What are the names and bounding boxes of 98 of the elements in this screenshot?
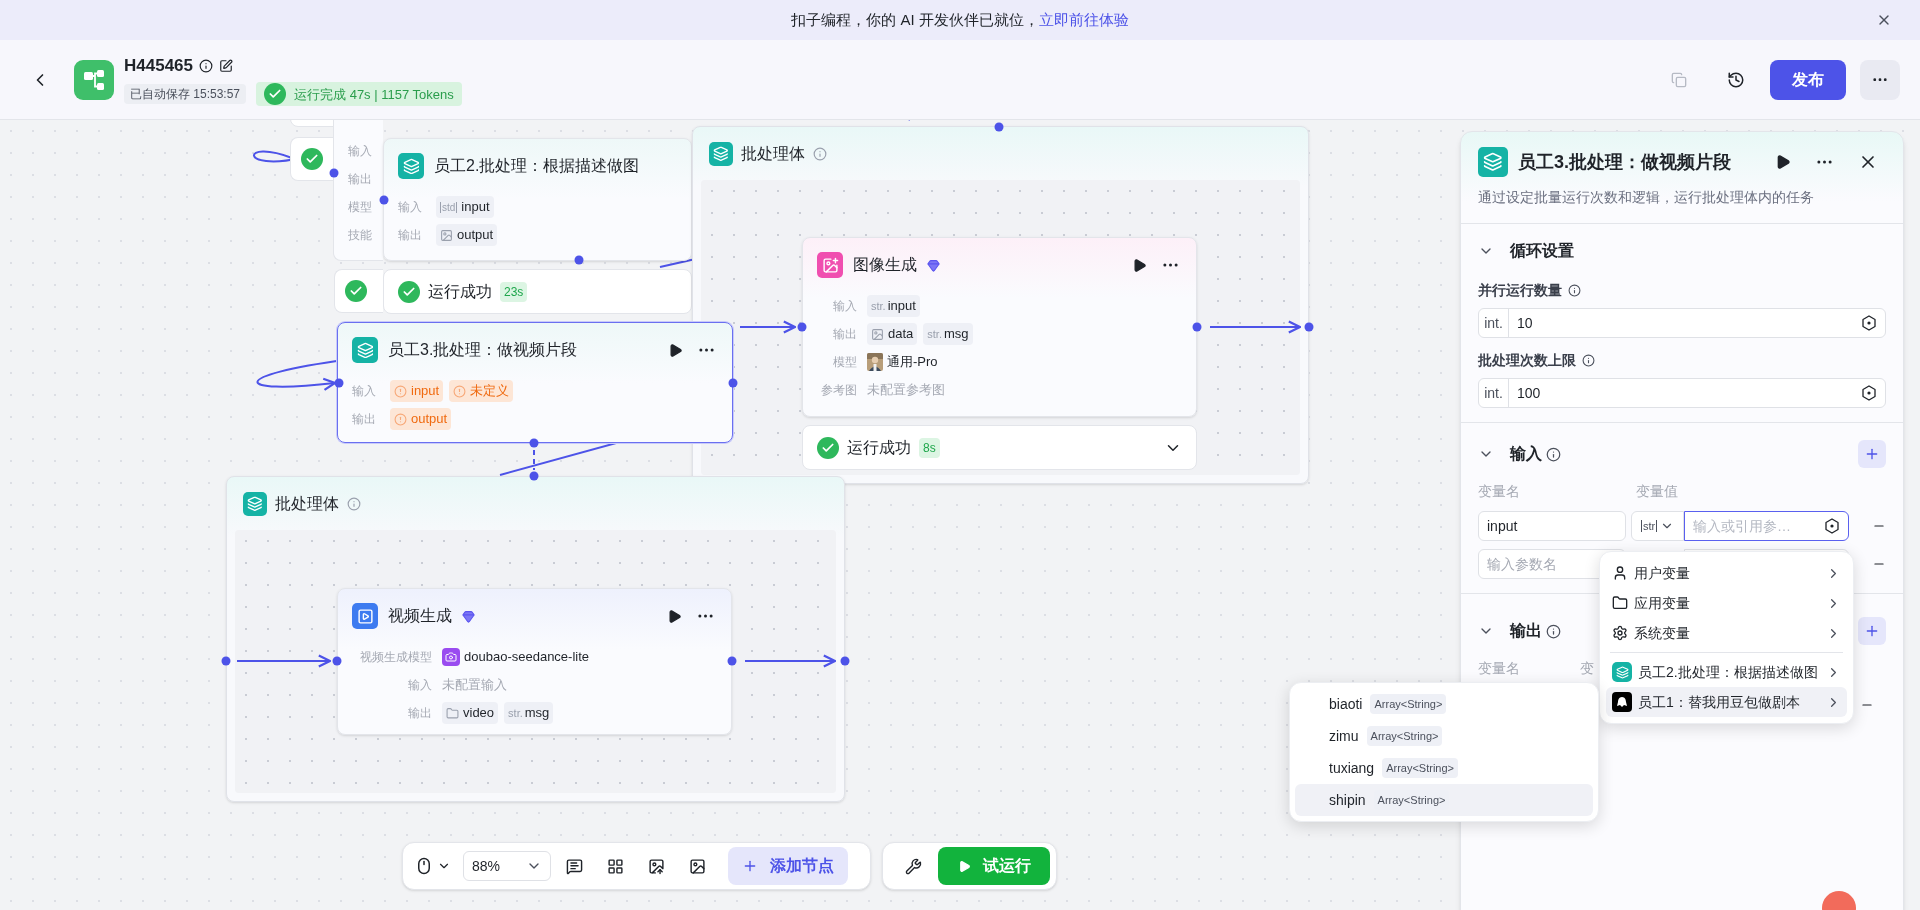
type-badge: Array<String> (1382, 758, 1459, 778)
workflow-node[interactable]: 图像生成 输入 str.input 输出 data str.msg 模型 通用-Pro 参考图 未配置参考图 (802, 237, 1197, 417)
zoom-select[interactable]: 88% (463, 851, 551, 881)
run-status-bar[interactable]: 运行成功 23s (383, 269, 692, 314)
field-label: 输入 (398, 199, 423, 216)
banner-link[interactable]: 立即前往体验 (1038, 10, 1129, 28)
duration-badge: 23s (500, 281, 528, 302)
field-label: 输入 (832, 298, 857, 315)
tag-label: msg (944, 325, 969, 344)
workflow-node[interactable]: 员工2.批处理：根据描述做图 输入 std input 输出 output (383, 138, 692, 261)
node-title: 员工3.批处理：做视频片段 (388, 340, 578, 360)
workflow-node[interactable]: 员工3.批处理：做视频片段 输入 input 未定义 输出 output (337, 322, 733, 443)
variable-option[interactable]: shipin Array<String> (1295, 784, 1593, 816)
panel-title: 员工3.批处理：做视频片段 (1518, 150, 1731, 174)
field-label: 视频生成模型 (359, 649, 432, 666)
field-label: 批处理次数上限 (1478, 350, 1576, 370)
section-title: 循环设置 (1510, 241, 1574, 261)
type-prefix: int. (1479, 379, 1509, 407)
model-name: 通用-Pro (887, 353, 938, 372)
tag-label: data (888, 325, 914, 344)
menu-item[interactable]: 员工1：替我用豆包做剧本 (1606, 687, 1847, 717)
run-status-text: 运行完成 47s | 1157 Tokens (294, 85, 454, 104)
column-header: 变量值 (1636, 481, 1678, 501)
type-prefix: str. (927, 326, 942, 342)
container-title: 批处理体 (741, 143, 805, 164)
column-header: 变 (1580, 658, 1594, 678)
variable-name: shipin (1329, 790, 1366, 810)
type-prefix: str. (871, 298, 886, 314)
field-label: 输出 (352, 411, 377, 428)
publish-button[interactable]: 发布 (1770, 59, 1846, 100)
field-label: 输出 (398, 227, 423, 244)
project-title: H445465 (124, 54, 193, 77)
type-prefix: std (440, 201, 458, 213)
status-text: 运行成功 (847, 437, 911, 458)
variable-option[interactable]: zimu Array<String> (1295, 720, 1593, 752)
section-title: 输出 (1510, 621, 1542, 641)
number-field[interactable]: int. 100 (1478, 378, 1886, 408)
column-header: 变量名 (1478, 481, 1521, 501)
tag-label: input (887, 297, 916, 316)
field-label: 输出 (348, 171, 372, 188)
variable-name: zimu (1329, 726, 1359, 746)
menu-label: 系统变量 (1634, 623, 1690, 643)
banner-message: 扣子编程，你的 AI 开发伙伴已就位，立即前往体验 (791, 9, 1129, 30)
panel-description: 通过设定批量运行次数和逻辑，运行批处理体内的任务 (1478, 188, 1815, 207)
menu-label: 应用变量 (1634, 593, 1690, 613)
field-label: 模型 (348, 199, 372, 216)
variable-option[interactable]: biaoti Array<String> (1295, 688, 1593, 720)
node-title: 视频生成 (388, 606, 452, 626)
container-title: 批处理体 (275, 493, 339, 514)
node-title: 员工2.批处理：根据描述做图 (434, 156, 640, 176)
type-badge: Array<String> (1366, 726, 1443, 746)
field-value: 100 (1516, 383, 1541, 403)
tag-label: input (411, 382, 440, 401)
tag-label: video (463, 704, 495, 723)
type-badge: Array<String> (1370, 694, 1447, 714)
name-field[interactable]: input (1478, 511, 1626, 541)
model-name: doubao-seedance-lite (464, 648, 590, 667)
workflow-node[interactable]: 视频生成 视频生成模型 doubao-seedance-lite 输入 未配置输入 输出 video str.msg (337, 588, 732, 735)
menu-item[interactable]: 系统变量 (1606, 618, 1847, 648)
tag-label: output (457, 226, 494, 245)
section-title: 输入 (1510, 444, 1542, 464)
field-label: 输入 (407, 677, 432, 694)
variable-name: biaoti (1329, 694, 1363, 714)
column-header: 变量名 (1478, 658, 1521, 678)
empty-value: 未配置参考图 (867, 381, 945, 400)
field-value: 10 (1516, 313, 1533, 333)
batch-container[interactable]: 批处理体 图像生成 输入 str.input 输出 data str.msg 模型 通用-Pro 参考图 未配置参考图 运行成功 8s (692, 126, 1309, 484)
field-label: 输入 (352, 383, 377, 400)
autosave-label: 已自动保存 15:53:57 (124, 84, 247, 105)
menu-label: 员工1：替我用豆包做剧本 (1638, 692, 1800, 712)
menu-label: 用户变量 (1634, 563, 1690, 583)
menu-item[interactable]: 员工2.批处理：根据描述做图 (1606, 657, 1847, 687)
variable-option[interactable]: tuxiang Array<String> (1295, 752, 1593, 784)
number-field[interactable]: int. 10 (1478, 308, 1886, 338)
add-node-button[interactable]: 添加节点 (728, 847, 848, 885)
field-label: 并行运行数量 (1478, 280, 1562, 300)
status-text: 运行成功 (428, 281, 492, 302)
batch-container[interactable]: 批处理体 视频生成 视频生成模型 doubao-seedance-lite 输入 未配置输入 输出 video str.msg (226, 476, 845, 802)
field-label: 输入 (348, 143, 372, 160)
menu-item[interactable]: 应用变量 (1606, 588, 1847, 618)
menu-label: 员工2.批处理：根据描述做图 (1638, 662, 1818, 682)
field-label: 模型 (832, 354, 857, 371)
variable-name: tuxiang (1329, 758, 1375, 778)
type-prefix: str. (508, 705, 523, 721)
field-label: 输出 (407, 705, 432, 722)
tag-label: output (411, 410, 448, 429)
field-label: 输出 (832, 326, 857, 343)
run-status-bar[interactable]: 运行成功 8s (802, 425, 1197, 470)
empty-value: 未配置输入 (442, 676, 507, 695)
type-prefix: int. (1479, 309, 1509, 337)
field-label: 技能 (348, 227, 372, 244)
field-label: 参考图 (820, 382, 857, 399)
tag-label: msg (524, 704, 550, 723)
tag-label: 未定义 (470, 382, 510, 401)
node-title: 图像生成 (853, 255, 917, 275)
type-select[interactable]: str (1631, 511, 1684, 541)
duration-badge: 8s (919, 437, 940, 458)
tag-label: input (461, 198, 490, 217)
